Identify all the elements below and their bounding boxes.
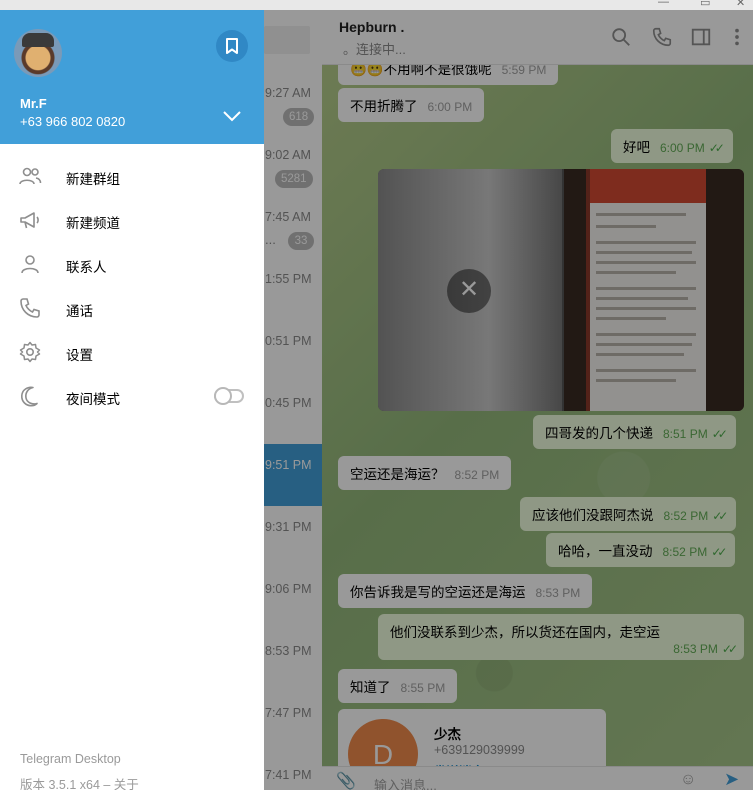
toggle-knob [214,387,232,405]
menu-item-label: 新建频道 [66,216,120,231]
side-menu-drawer: Mr.F +63 966 802 0820 新建群组 新建频道 联系人 通话 设… [0,10,264,790]
window-titlebar: — ▭ ✕ [0,0,753,10]
menu-item-label: 通话 [66,304,93,319]
drawer-header: Mr.F +63 966 802 0820 [0,10,264,144]
modal-overlay[interactable] [264,10,753,790]
app-version-about[interactable]: 版本 3.5.1 x64 – 关于 [20,774,139,790]
phone-icon [20,298,40,318]
saved-messages-button[interactable] [216,30,248,62]
chevron-down-icon[interactable] [220,104,244,128]
person-icon [21,255,39,274]
bookmark-icon [226,38,238,54]
menu-item-label: 夜间模式 [66,392,120,407]
avatar[interactable] [14,29,62,77]
megaphone-icon [20,212,39,229]
menu-item-night-mode[interactable]: 夜间模式 [0,374,264,418]
minimize-icon[interactable]: — [658,0,669,8]
app-name: Telegram Desktop [20,752,121,766]
user-name: Mr.F [20,96,47,111]
gear-icon [19,341,41,363]
user-phone: +63 966 802 0820 [20,114,126,129]
night-mode-toggle[interactable] [214,387,244,405]
moon-icon [21,386,38,407]
group-icon [19,167,42,185]
menu-item-settings[interactable]: 设置 [0,330,264,374]
menu-item-new-group[interactable]: 新建群组 [0,154,264,198]
menu-item-label: 设置 [66,348,93,363]
menu-item-calls[interactable]: 通话 [0,286,264,330]
maximize-icon[interactable]: ▭ [700,0,710,9]
close-window-icon[interactable]: ✕ [736,0,745,9]
menu-item-label: 新建群组 [66,172,120,187]
menu-item-new-channel[interactable]: 新建频道 [0,198,264,242]
menu-item-label: 联系人 [66,260,107,275]
menu-item-contacts[interactable]: 联系人 [0,242,264,286]
